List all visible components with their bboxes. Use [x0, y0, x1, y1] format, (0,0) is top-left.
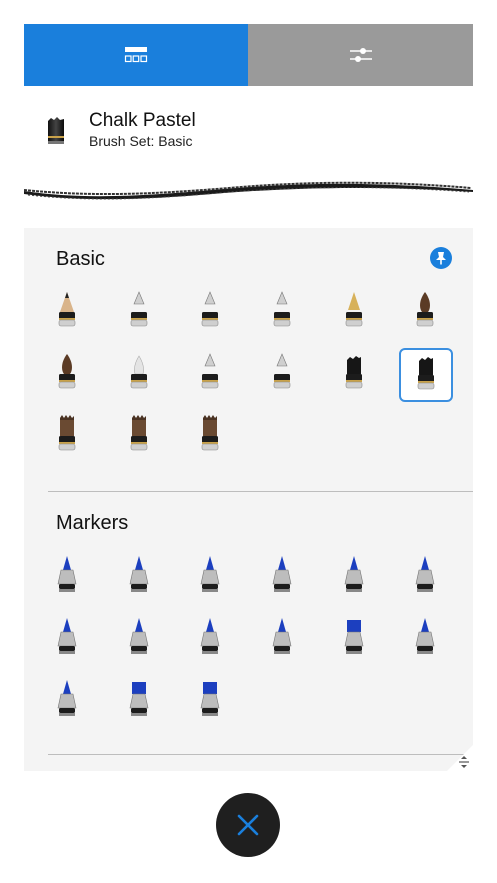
fine-marker-icon	[193, 554, 227, 599]
fountain-pen-icon	[337, 290, 371, 335]
section-title-markers: Markers	[56, 512, 129, 534]
pencil-icon	[50, 290, 84, 335]
brush-cell[interactable]	[113, 550, 165, 602]
brush-cell[interactable]	[399, 348, 453, 402]
brush-cell[interactable]	[184, 410, 236, 462]
brush-cell[interactable]	[328, 286, 380, 338]
brush-cell[interactable]	[399, 286, 451, 338]
chalk-pastel-icon	[46, 116, 66, 151]
brush-cell[interactable]	[256, 612, 308, 664]
bullet-marker-icon	[265, 616, 299, 661]
airbrush-icon	[265, 352, 299, 397]
wide-brush-icon	[193, 414, 227, 459]
wedge-marker-icon	[193, 678, 227, 723]
sliders-icon	[349, 48, 372, 62]
chalk-icon	[337, 352, 371, 397]
chalk-pastel-icon	[409, 353, 443, 398]
section-title-basic: Basic	[56, 248, 105, 270]
close-icon	[237, 814, 259, 836]
pin-icon[interactable]	[430, 247, 452, 269]
brush-name: Chalk Pastel	[89, 110, 196, 131]
brush-cell[interactable]	[184, 674, 236, 726]
brush-cell[interactable]	[41, 410, 93, 462]
brush-cell[interactable]	[399, 550, 451, 602]
block-marker-icon	[337, 616, 371, 661]
brush-cell[interactable]	[113, 286, 165, 338]
bullet-marker-icon	[193, 616, 227, 661]
felt-marker-icon	[265, 554, 299, 599]
brush-cell[interactable]	[328, 612, 380, 664]
round-marker-icon	[50, 678, 84, 723]
felt-marker-icon	[337, 554, 371, 599]
ink-pen-icon	[122, 290, 156, 335]
brush-cell[interactable]	[184, 550, 236, 602]
tab-brush-library[interactable]	[24, 24, 248, 86]
panel-tabs	[24, 24, 473, 86]
fine-marker-icon	[122, 554, 156, 599]
brush-cell[interactable]	[113, 612, 165, 664]
stroke-preview	[23, 176, 473, 202]
brush-cell[interactable]	[184, 612, 236, 664]
flat-brush-icon	[50, 352, 84, 397]
brush-grid-icon	[124, 47, 148, 63]
brush-cell[interactable]	[256, 286, 308, 338]
section-divider	[48, 491, 473, 492]
chisel-marker-icon	[408, 554, 442, 599]
brush-marker-icon	[122, 616, 156, 661]
brush-marker-icon	[50, 616, 84, 661]
dry-brush-icon	[122, 414, 156, 459]
blender-icon	[122, 352, 156, 397]
ballpoint-icon	[265, 290, 299, 335]
section-divider	[48, 754, 473, 755]
brush-cell[interactable]	[41, 674, 93, 726]
broad-marker-icon	[122, 678, 156, 723]
brush-cell[interactable]	[113, 348, 165, 400]
round-brush-icon	[408, 290, 442, 335]
bristle-brush-icon	[50, 414, 84, 459]
angled-marker-icon	[408, 616, 442, 661]
brush-cell[interactable]	[41, 550, 93, 602]
brush-cell[interactable]	[41, 612, 93, 664]
brush-cell[interactable]	[256, 550, 308, 602]
brush-cell[interactable]	[41, 348, 93, 400]
brush-cell[interactable]	[113, 674, 165, 726]
brush-cell[interactable]	[256, 348, 308, 400]
brush-cell[interactable]	[328, 550, 380, 602]
fine-marker-icon	[50, 554, 84, 599]
technical-pen-icon	[193, 290, 227, 335]
brush-library-panel[interactable]: Basic Markers	[24, 228, 473, 771]
brush-cell[interactable]	[41, 286, 93, 338]
resize-handle-icon[interactable]	[457, 755, 471, 769]
brush-set-label: Brush Set: Basic	[89, 133, 193, 149]
brush-cell[interactable]	[399, 612, 451, 664]
tab-brush-settings[interactable]	[248, 24, 473, 86]
brush-cell[interactable]	[113, 410, 165, 462]
stamp-brush-icon	[193, 352, 227, 397]
close-button[interactable]	[216, 793, 280, 857]
brush-cell[interactable]	[184, 286, 236, 338]
current-brush-header: Chalk Pastel Brush Set: Basic	[24, 100, 473, 170]
brush-cell[interactable]	[184, 348, 236, 400]
brush-cell[interactable]	[328, 348, 380, 400]
